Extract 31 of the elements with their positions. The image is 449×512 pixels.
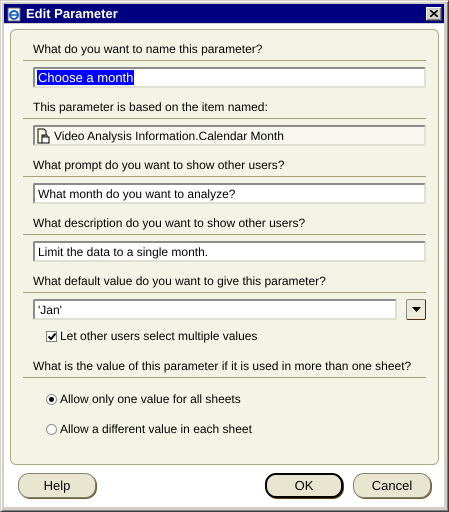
dialog-button[interactable]: Cancel [353, 473, 431, 498]
default-value-field[interactable]: 'Jan' [33, 299, 397, 320]
field-label: What is the value of this parameter if it is used in more than one sheet? [23, 355, 426, 378]
field-value: 'Jan' [37, 302, 63, 316]
caret-icon [412, 307, 420, 312]
dialog-button[interactable]: Help [18, 473, 96, 498]
text-field[interactable]: Limit the data to a single month. [33, 241, 426, 262]
dropdown-button[interactable] [406, 299, 426, 320]
field-label: What prompt do you want to show other users? [23, 154, 426, 177]
field-label: What description do you want to show other users? [23, 212, 426, 235]
radio-button[interactable] [46, 394, 57, 404]
field-label: This parameter is based on the item named: [23, 96, 426, 119]
text-field[interactable]: What month do you want to analyze? [33, 183, 426, 204]
checkbox-label: Let other users select multiple values [60, 329, 258, 343]
field-label: What default value do you want to give this parameter? [23, 270, 426, 293]
close-button[interactable] [426, 6, 442, 20]
field-label: What do you want to name this parameter? [23, 38, 426, 61]
field-value: Video Analysis Information.Calendar Month [53, 128, 285, 142]
close-icon [430, 10, 438, 17]
item-icon [37, 128, 50, 144]
field-value: Choose a month [37, 70, 134, 85]
field-value: What month do you want to analyze? [37, 186, 236, 200]
radio-button[interactable] [46, 424, 57, 434]
check-icon [48, 332, 56, 340]
radio-label: Allow a different value in each sheet [60, 422, 252, 436]
text-field[interactable]: Choose a month [33, 67, 426, 88]
checkbox[interactable] [46, 330, 57, 342]
field-value: Limit the data to a single month. [37, 244, 210, 258]
window-title: Edit Parameter [26, 6, 119, 21]
radio-label: Allow only one value for all sheets [60, 392, 241, 406]
dialog-button[interactable]: OK [265, 473, 343, 498]
